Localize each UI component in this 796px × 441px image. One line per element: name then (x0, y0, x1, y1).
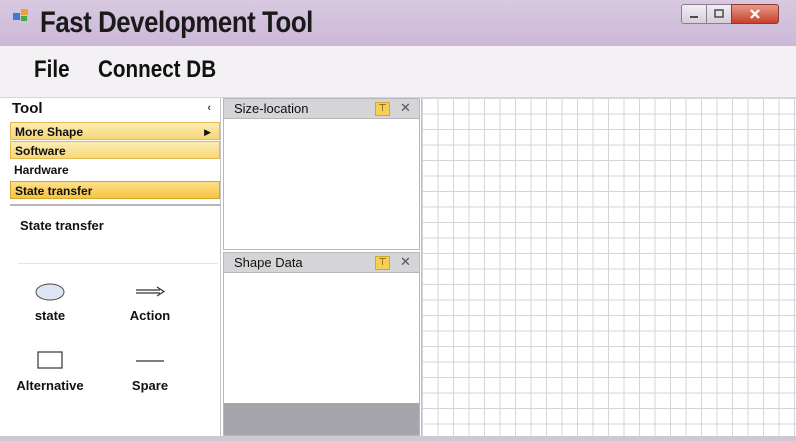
maximize-icon (714, 9, 724, 18)
maximize-button[interactable] (706, 4, 732, 24)
shape-state[interactable]: state (20, 278, 80, 338)
ellipse-icon (35, 283, 65, 301)
shape-label: Alternative (16, 378, 84, 393)
drawing-canvas[interactable] (421, 98, 796, 436)
panel-header: Shape Data ⊤ ✕ (224, 253, 419, 273)
panel-header: Size-location ⊤ ✕ (224, 99, 419, 119)
category-more-shape[interactable]: More Shape ▶ (10, 122, 220, 140)
window-title: Fast Development Tool (40, 6, 313, 39)
tool-panel: Tool ‹ More Shape ▶ Software Hardware St… (10, 98, 221, 436)
divider (10, 204, 221, 206)
chevron-right-icon: ▶ (204, 127, 211, 137)
category-state-transfer[interactable]: State transfer (10, 181, 220, 199)
close-button[interactable] (731, 4, 779, 24)
category-label: State transfer (15, 184, 93, 198)
pin-icon[interactable]: ⊤ (375, 102, 390, 116)
menu-file[interactable]: File (34, 56, 70, 84)
panel-title: Size-location (234, 101, 309, 116)
category-hardware[interactable]: Hardware (10, 161, 220, 179)
category-label: More Shape (15, 125, 84, 139)
close-icon[interactable]: ✕ (400, 254, 411, 270)
arrow-icon (136, 286, 166, 297)
minimize-button[interactable] (681, 4, 707, 24)
window-bottom-border (0, 436, 796, 441)
category-software[interactable]: Software (10, 141, 220, 159)
collapse-icon[interactable]: ‹ (207, 102, 211, 114)
menu-bar: File Connect DB (0, 46, 796, 98)
menu-connect-db[interactable]: Connect DB (98, 56, 216, 84)
section-title: State transfer (20, 218, 104, 233)
shape-action[interactable]: Action (120, 278, 180, 338)
shape-spare[interactable]: Spare (120, 348, 180, 408)
tool-panel-header: Tool ‹ (10, 100, 221, 120)
category-label: Software (15, 144, 66, 158)
panel-footer (224, 403, 419, 435)
app-icon (13, 9, 28, 21)
shape-label: state (34, 308, 66, 323)
shape-label: Action (129, 308, 171, 323)
panel-title: Shape Data (234, 255, 303, 270)
close-icon[interactable]: ✕ (400, 100, 411, 116)
tool-panel-title: Tool (12, 100, 43, 117)
divider (18, 263, 218, 264)
pin-icon[interactable]: ⊤ (375, 256, 390, 270)
size-location-panel: Size-location ⊤ ✕ (223, 98, 420, 250)
close-icon (750, 9, 760, 19)
shape-label: Spare (131, 378, 169, 393)
shape-data-panel: Shape Data ⊤ ✕ (223, 252, 420, 436)
minimize-icon (690, 16, 698, 18)
line-icon (136, 360, 164, 362)
shape-alternative[interactable]: Alternative (16, 348, 84, 408)
title-bar: Fast Development Tool (0, 0, 796, 46)
category-label: Hardware (14, 163, 69, 177)
rectangle-icon (37, 351, 63, 369)
